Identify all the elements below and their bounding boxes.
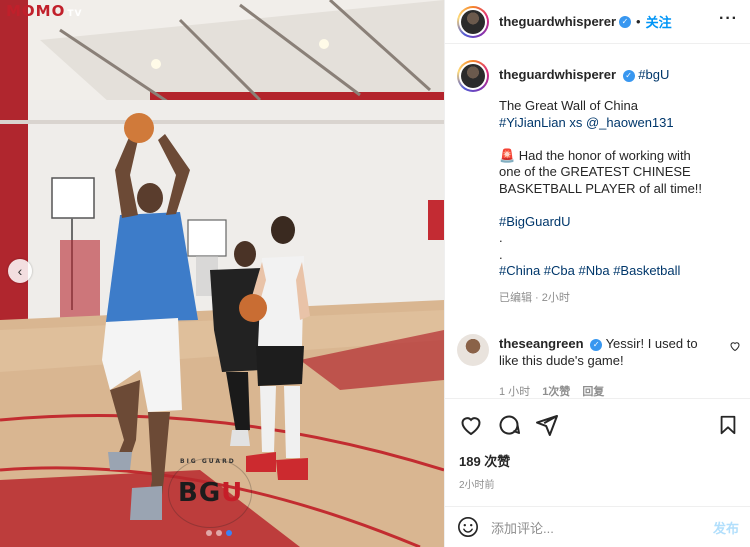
carousel-dots [206,530,232,536]
carousel-dot [216,530,222,536]
caption-line: BASKETBALL PLAYER of all time!! [499,180,703,196]
caption-line [499,197,745,214]
chevron-left-icon: ‹ [17,263,23,279]
caption-line-hashtag[interactable]: #BigGuardU [499,214,745,231]
caption-line: 🚨 Had the honor of working with [499,147,691,163]
carousel-dot [206,530,212,536]
verified-badge-icon: ✓ [590,338,603,351]
caption-line: one of the GREATEST CHINESE [499,164,691,179]
caption-meta: 已编辑 · 2小时 [499,291,570,304]
post-header: theguardwhisperer ✓ • 关注 ··· [445,0,750,44]
comment-username[interactable]: theseangreen [499,336,584,351]
save-bookmark-icon[interactable] [717,414,739,436]
post-comment-button[interactable]: 发布 [713,518,739,537]
caption-line-hashtags[interactable]: #China #Cba #Nba #Basketball [499,263,745,280]
comment-like-heart-icon[interactable] [729,340,741,352]
verified-badge-icon: ✓ [619,15,632,28]
caption-username[interactable]: theguardwhisperer [499,67,616,82]
post-sidebar: theguardwhisperer ✓ • 关注 ··· theguardwhi… [444,0,750,547]
post-caption: theguardwhisperer ✓ #bgU The Great Wall … [457,60,747,305]
post-media[interactable]: MOMO TV BIG GUARD BGU ‹ [0,0,444,547]
share-send-icon[interactable] [535,413,559,437]
bgu-logo-arc-text: BIG GUARD [180,458,236,465]
caption-line-mentions[interactable]: #YiJianLian xs @_haowen131 [499,115,745,132]
likes-count[interactable]: 189 次赞 [459,451,739,470]
more-options-icon[interactable]: ··· [719,10,738,28]
emoji-icon[interactable] [457,516,479,538]
like-heart-icon[interactable] [459,413,483,437]
bgu-logo-accent: U [221,478,244,508]
avatar[interactable] [457,5,489,38]
caption-line: . [499,246,503,262]
comment-avatar[interactable] [457,334,489,366]
header-username[interactable]: theguardwhisperer [499,14,616,29]
bgu-logo: BGU [178,478,243,508]
comment-bubble-icon[interactable] [497,413,521,437]
caption-line [499,131,745,148]
post-time: 2小时前 [459,480,495,491]
carousel-prev-button[interactable]: ‹ [8,259,32,283]
verified-badge-icon: ✓ [622,69,635,82]
carousel-dot-active [226,530,232,536]
caption-hashtag[interactable]: #bgU [638,67,669,82]
caption-text: The Great Wall of China #YiJianLian xs @… [499,98,745,280]
caption-avatar[interactable] [457,60,489,92]
post-actions: 189 次赞 2小时前 [445,398,750,491]
comment-item: theseangreen ✓ Yessir! I used to like th… [457,334,747,401]
bgu-logo-main: BG [178,478,222,508]
watermark: MOMO TV [6,2,83,20]
add-comment-input[interactable]: 添加评论... [491,518,554,537]
add-comment-bar: 添加评论... 发布 [445,506,750,547]
caption-line: . [499,230,503,245]
dot-separator: • [636,14,641,29]
follow-button[interactable]: 关注 [646,12,672,31]
caption-line: The Great Wall of China [499,98,638,113]
